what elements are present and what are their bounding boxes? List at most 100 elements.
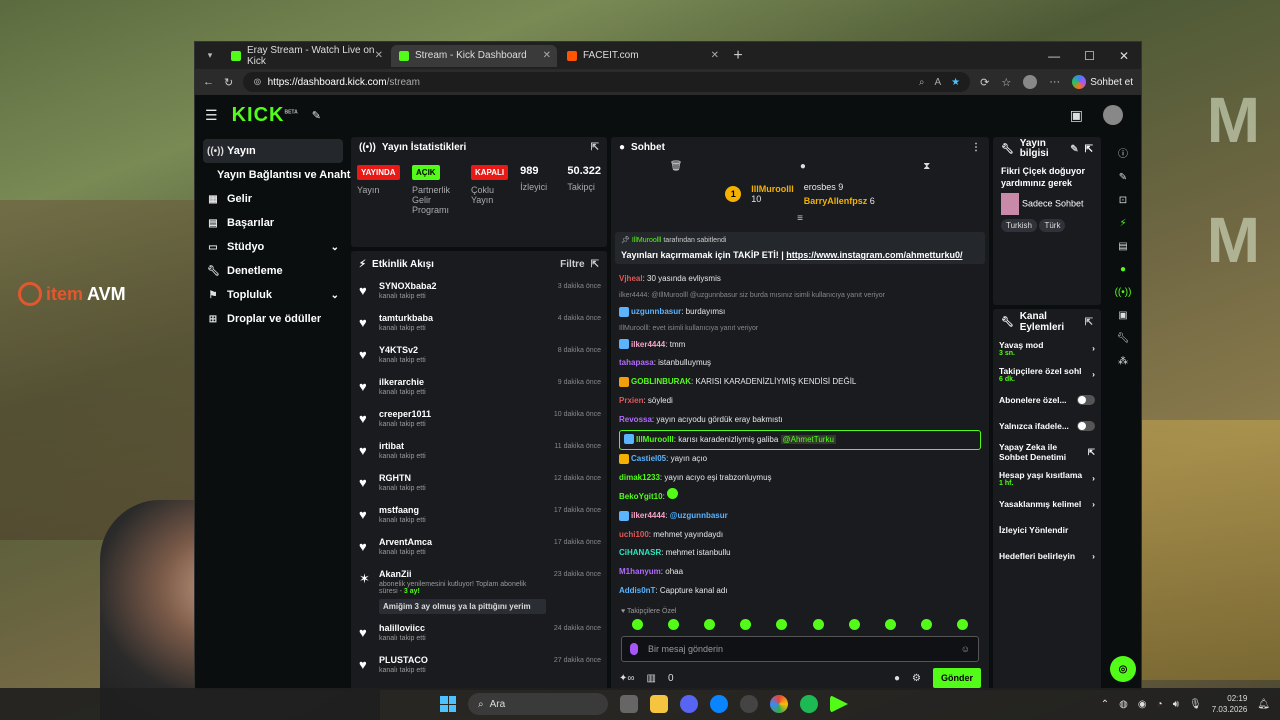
back-arrow-icon[interactable]: ← xyxy=(203,76,214,88)
activity-user[interactable]: RGHTN xyxy=(379,473,546,483)
chat-mention[interactable]: @uzgunnbasur xyxy=(670,511,728,520)
mic-icon[interactable] xyxy=(630,643,638,655)
chat-user[interactable]: GOBLINBURAK xyxy=(631,377,691,386)
emote-icon[interactable] xyxy=(921,619,933,630)
hourglass-icon[interactable]: ⧗ xyxy=(923,161,930,172)
profile-avatar[interactable] xyxy=(1023,75,1038,89)
chat-user[interactable]: dimak1233 xyxy=(619,473,660,482)
gear-icon[interactable]: ⚙ xyxy=(912,673,921,684)
edge-icon[interactable] xyxy=(710,695,728,713)
chat-user[interactable]: CiHANASR xyxy=(619,548,661,557)
edit-icon[interactable]: ✎ xyxy=(1119,172,1127,183)
leader-name[interactable]: BarryAllenfpsz xyxy=(804,196,868,206)
info-icon[interactable]: ⓘ xyxy=(1118,145,1128,160)
activity-user[interactable]: ilkerarchie xyxy=(379,377,550,387)
taskbar-search[interactable]: ⌕ Ara xyxy=(468,693,608,715)
action-subscribers-only[interactable]: Abonelere özel... xyxy=(999,387,1095,413)
tab-eray-stream[interactable]: Eray Stream - Watch Live on Kick ✕ xyxy=(223,45,389,67)
emote-icon[interactable] xyxy=(957,619,969,630)
kick-app-icon[interactable] xyxy=(830,695,848,713)
more-menu-icon[interactable]: ··· xyxy=(1049,76,1060,88)
lightning-icon[interactable]: ⚡︎ xyxy=(1119,218,1126,229)
leader-name[interactable]: erosbes xyxy=(804,182,836,192)
support-headset-icon[interactable]: ◎ xyxy=(1110,656,1136,682)
activity-user[interactable]: ArventAmca xyxy=(379,537,546,547)
chat-user[interactable]: Revossa xyxy=(619,415,652,424)
picture-in-picture-icon[interactable]: ▣ xyxy=(1070,107,1083,124)
reload-icon[interactable]: ↻ xyxy=(224,76,233,89)
zoom-icon[interactable]: ⌕ xyxy=(919,77,925,88)
url-field[interactable]: ⊚ https://dashboard.kick.com/stream ⌕ A ★ xyxy=(243,72,971,92)
tray-steam-icon[interactable]: ◉ xyxy=(1138,699,1147,710)
community-icon[interactable]: ⁂ xyxy=(1118,356,1128,367)
tray-wifi-icon[interactable]: ◔ xyxy=(1157,699,1163,710)
spotify-icon[interactable] xyxy=(800,695,818,713)
pin-icon[interactable]: ✎ xyxy=(312,109,321,122)
sidebar-item-topluluk[interactable]: ⚑ Topluluk ⌄ xyxy=(203,283,343,307)
task-view-icon[interactable] xyxy=(620,695,638,713)
tab-list-chevron-icon[interactable]: ▾ xyxy=(199,45,221,67)
chrome-icon[interactable] xyxy=(770,695,788,713)
activity-user[interactable]: PLUSTACO xyxy=(379,655,546,665)
popout-icon[interactable]: ⇱ xyxy=(591,259,599,270)
crop-icon[interactable]: ⊡ xyxy=(1119,195,1127,206)
kick-logo[interactable]: KICKBETA xyxy=(232,104,298,127)
activity-user[interactable]: irtibat xyxy=(379,441,546,451)
emote-icon[interactable] xyxy=(740,619,752,630)
action-followers-only[interactable]: Takipçilere özel sohl 6 dk. › xyxy=(999,361,1095,387)
action-ai-moderation[interactable]: Yapay Zeka ile Sohbet Denetimi ⇱ xyxy=(999,439,1095,465)
read-aloud-icon[interactable]: A xyxy=(934,77,941,88)
chat-user[interactable]: Vjheal xyxy=(619,274,643,283)
close-icon[interactable]: ✕ xyxy=(375,50,383,61)
popout-icon[interactable]: ⇱ xyxy=(1085,317,1093,328)
toggle-switch[interactable] xyxy=(1077,421,1095,431)
chat-settings-bubble-icon[interactable]: ● xyxy=(894,673,900,684)
copilot-button[interactable]: Sohbet et xyxy=(1072,75,1133,89)
emote-icon[interactable] xyxy=(631,619,643,630)
close-icon[interactable]: ✕ xyxy=(543,50,551,61)
minimize-icon[interactable]: — xyxy=(1048,49,1060,63)
popout-icon[interactable]: ⇱ xyxy=(1085,144,1093,155)
emoji-icon[interactable]: ☺ xyxy=(961,644,970,654)
activity-user[interactable]: Y4KTSv2 xyxy=(379,345,550,355)
activity-user[interactable]: SYNOXbaba2 xyxy=(379,281,550,291)
sidebar-item-stream-key[interactable]: Yayın Bağlantısı ve Anahtarı xyxy=(203,163,364,187)
chat-input[interactable]: Bir mesaj gönderin ☺ xyxy=(621,636,979,662)
wrench-icon[interactable]: 🔧︎ xyxy=(1117,333,1130,344)
chat-user[interactable]: M1hanyum xyxy=(619,567,661,576)
chat-user[interactable]: tahapasa xyxy=(619,358,654,367)
sidebar-item-droplar[interactable]: ⊞ Droplar ve ödüller xyxy=(203,307,343,331)
steam-icon[interactable] xyxy=(740,695,758,713)
trash-icon[interactable]: 🗑︎ xyxy=(670,161,683,172)
points-icon[interactable]: ✦∞ xyxy=(619,673,635,684)
emote-icon[interactable] xyxy=(848,619,860,630)
activity-user[interactable]: AkanZii xyxy=(379,569,546,579)
sidebar-item-yayin[interactable]: ((•)) Yayın xyxy=(203,139,343,163)
tray-chevron-icon[interactable]: ⌃ xyxy=(1101,699,1109,710)
leader-name[interactable]: IllMuroolll xyxy=(751,184,794,194)
tray-app-icon[interactable]: ◍ xyxy=(1119,699,1128,710)
pinned-user[interactable]: IllMuroolll xyxy=(632,237,662,244)
emote-icon[interactable] xyxy=(776,619,788,630)
tag-chip[interactable]: Turkish xyxy=(1001,219,1037,232)
action-emotes-only[interactable]: Yalnızca ifadele... xyxy=(999,413,1095,439)
collections-icon[interactable]: ☆ xyxy=(1001,76,1011,89)
category-name[interactable]: Sadece Sohbet xyxy=(1022,198,1084,208)
site-info-icon[interactable]: ⊚ xyxy=(253,77,261,88)
activity-user[interactable]: mstfaang xyxy=(379,505,546,515)
action-slow-mode[interactable]: Yavaş mod 3 sn. › xyxy=(999,335,1095,361)
popout-icon[interactable]: ⇱ xyxy=(591,142,599,153)
action-account-age[interactable]: Hesap yaşı kısıtlama 1 hf. › xyxy=(999,465,1095,491)
broadcast-icon[interactable]: ((•)) xyxy=(1115,287,1132,298)
filter-button[interactable]: Filtre xyxy=(560,259,584,270)
chat-user[interactable]: ilker4444 xyxy=(631,511,665,520)
tray-volume-icon[interactable]: 🔊︎ xyxy=(1173,699,1179,710)
layout-icon[interactable]: ▣ xyxy=(1118,310,1127,321)
sidebar-item-denetleme[interactable]: 🔧︎ Denetleme xyxy=(203,259,343,283)
chat-user[interactable]: ilker4444 xyxy=(631,340,665,349)
activity-user[interactable]: halilloviicc xyxy=(379,623,546,633)
maximize-icon[interactable]: ☐ xyxy=(1084,49,1095,63)
chat-user[interactable]: uzgunnbasur xyxy=(631,307,681,316)
expand-chevron-icon[interactable]: ≡ xyxy=(611,213,989,224)
document-icon[interactable]: ▤ xyxy=(1118,241,1127,252)
